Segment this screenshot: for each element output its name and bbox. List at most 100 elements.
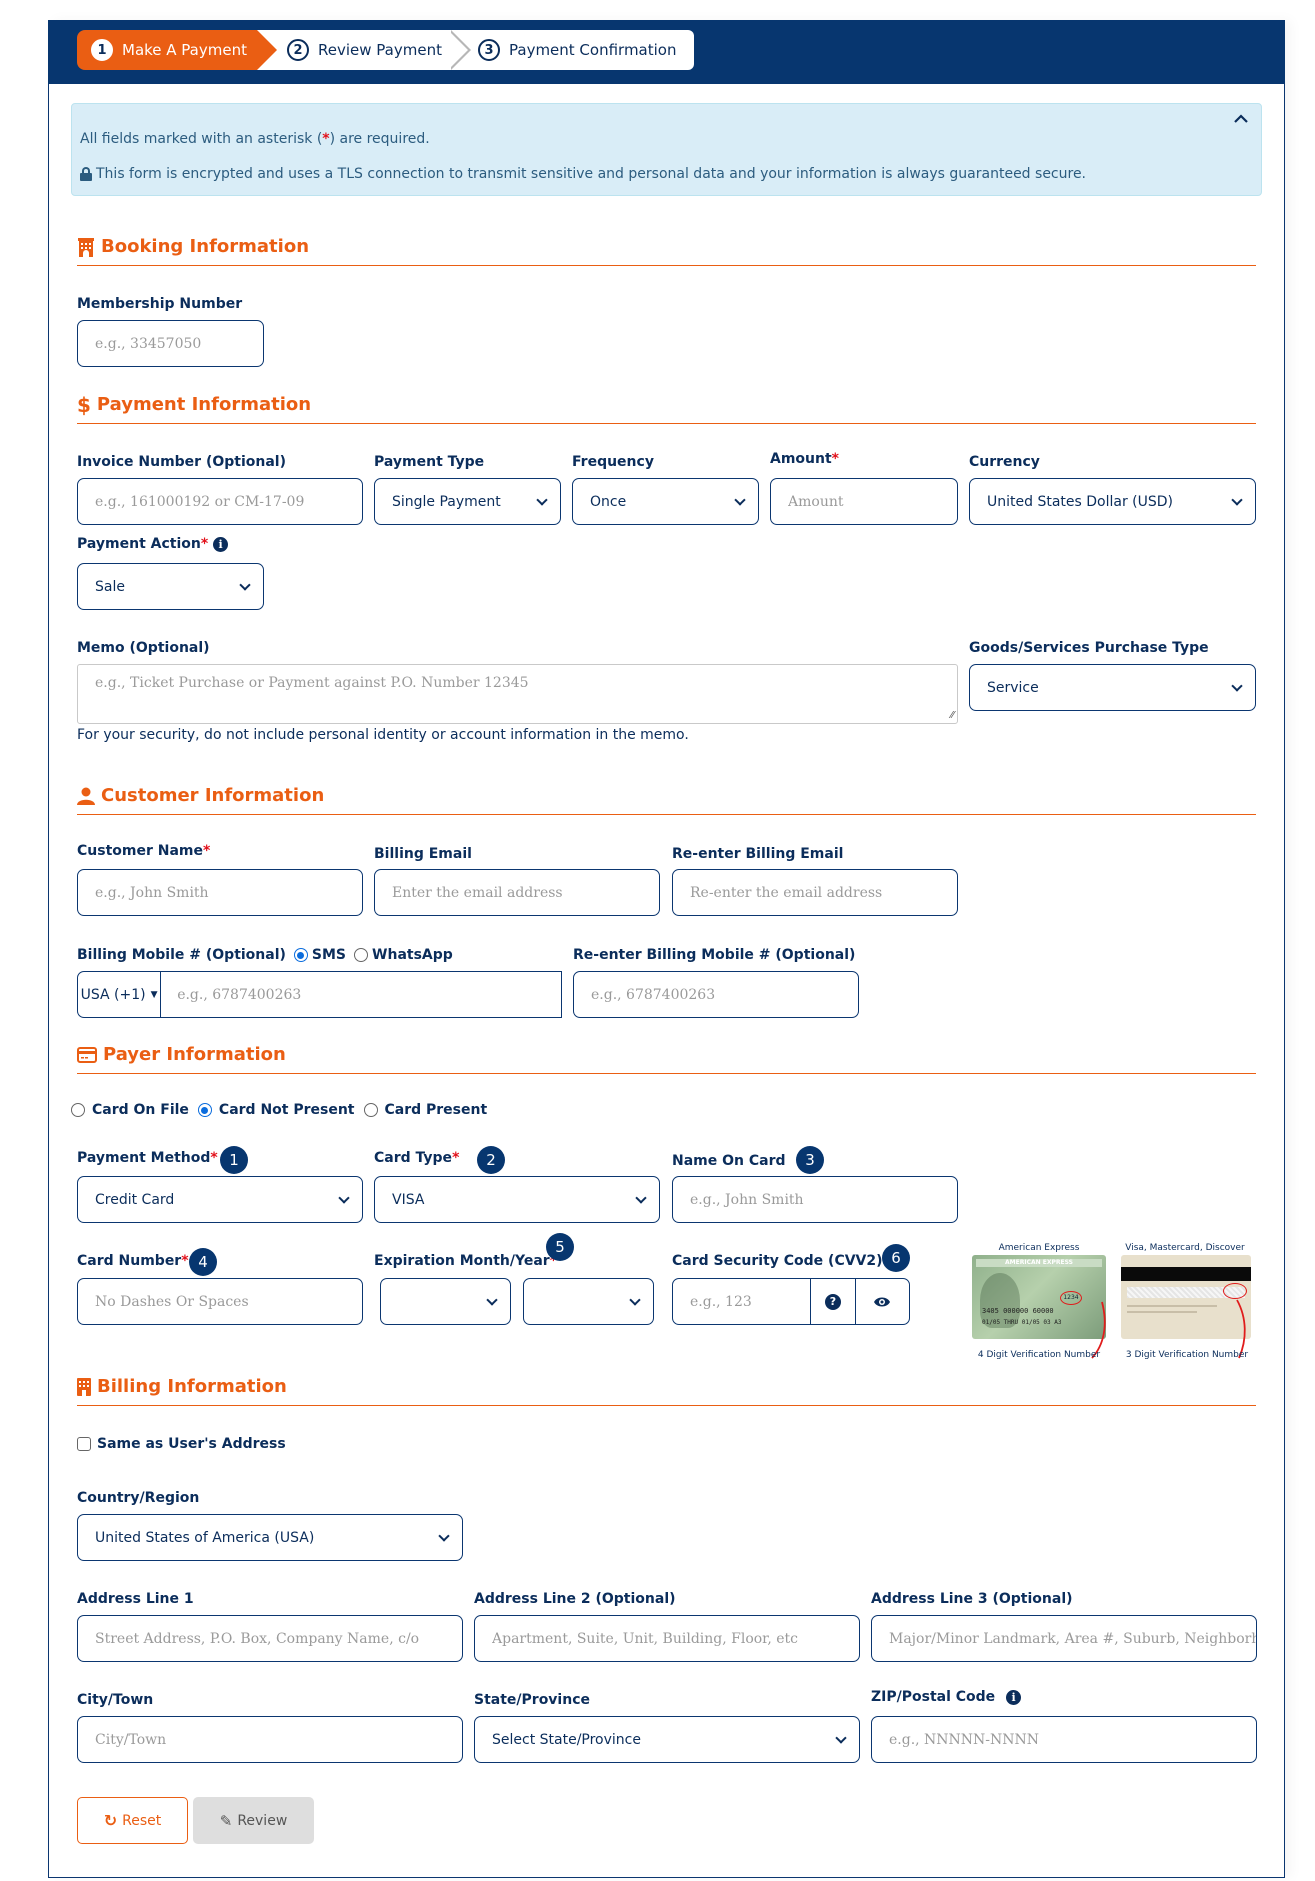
- membership-input[interactable]: [77, 320, 264, 367]
- chevron-down-icon: [338, 1191, 350, 1204]
- card-number-input[interactable]: [77, 1278, 363, 1325]
- address1-field[interactable]: [95, 1630, 462, 1647]
- memo-textarea[interactable]: e.g., Ticket Purchase or Payment against…: [77, 664, 958, 724]
- step-badge: 1: [220, 1146, 248, 1174]
- reenter-email-field[interactable]: [690, 884, 957, 901]
- amex-title: American Express: [998, 1243, 1080, 1253]
- name-on-card-field[interactable]: [690, 1191, 957, 1208]
- chevron-down-icon: [635, 1191, 647, 1204]
- card-present-radio[interactable]: [363, 1103, 378, 1117]
- billing-mobile-group: USA (+1) ▼: [77, 971, 562, 1018]
- eye-icon: [873, 1297, 890, 1306]
- reenter-email-input[interactable]: [672, 869, 958, 916]
- cvv-show-button[interactable]: [855, 1279, 907, 1324]
- city-input[interactable]: [77, 1716, 463, 1763]
- same-address-row: Same as User's Address: [77, 1436, 286, 1452]
- state-select[interactable]: Select State/Province: [474, 1716, 860, 1763]
- zip-field[interactable]: [889, 1731, 1256, 1748]
- address1-input[interactable]: [77, 1615, 463, 1662]
- address2-label: Address Line 2 (Optional): [474, 1591, 676, 1607]
- cvv-field[interactable]: [690, 1293, 810, 1310]
- same-address-checkbox[interactable]: [77, 1437, 91, 1451]
- expiration-label: Expiration Month/Year*: [374, 1253, 558, 1269]
- card-mode-radio-group: Card On File Card Not Present Card Prese…: [71, 1102, 487, 1118]
- step-number: 1: [91, 39, 113, 61]
- info-icon[interactable]: i: [213, 536, 229, 552]
- name-on-card-input[interactable]: [672, 1176, 958, 1223]
- payment-action-label: Payment Action* i: [77, 536, 229, 552]
- step-payment-confirmation[interactable]: 3 Payment Confirmation: [448, 30, 694, 70]
- step-label: Payment Confirmation: [509, 41, 677, 59]
- info-notice: All fields marked with an asterisk (*) a…: [71, 103, 1262, 196]
- address2-field[interactable]: [492, 1630, 859, 1647]
- info-icon[interactable]: i: [1006, 1689, 1022, 1705]
- chevron-down-icon: [1231, 493, 1243, 506]
- payment-section-heading: $ Payment Information: [77, 393, 1256, 424]
- card-type-select[interactable]: VISA: [374, 1176, 660, 1223]
- reset-button[interactable]: ↻ Reset: [77, 1797, 188, 1844]
- customer-name-input[interactable]: [77, 869, 363, 916]
- card-type-label: Card Type*: [374, 1150, 460, 1166]
- step-label: Review Payment: [318, 41, 442, 59]
- invoice-field[interactable]: [95, 493, 362, 510]
- required-asterisk: *: [203, 843, 211, 859]
- review-button[interactable]: ✎ Review: [193, 1797, 314, 1844]
- chevron-down-icon: [1231, 679, 1243, 692]
- reenter-mobile-label: Re-enter Billing Mobile # (Optional): [573, 947, 856, 963]
- step-review-payment[interactable]: 2 Review Payment: [257, 30, 471, 70]
- address3-field[interactable]: [889, 1630, 1256, 1647]
- amount-field[interactable]: [788, 493, 957, 510]
- step-badge: 6: [882, 1244, 910, 1272]
- step-make-payment[interactable]: 1 Make A Payment: [77, 30, 277, 70]
- user-icon: [77, 785, 95, 807]
- chevron-down-icon: [486, 1293, 498, 1306]
- caret-down-icon: ▼: [150, 989, 158, 1000]
- address3-input[interactable]: [871, 1615, 1257, 1662]
- country-select[interactable]: United States of America (USA): [77, 1514, 463, 1561]
- chevron-down-icon: [239, 578, 251, 591]
- required-note: All fields marked with an asterisk (*) a…: [80, 131, 430, 147]
- credit-card-icon: [77, 1044, 97, 1066]
- payment-action-select[interactable]: Sale: [77, 563, 264, 610]
- chevron-down-icon: [835, 1731, 847, 1744]
- card-on-file-radio[interactable]: [71, 1103, 85, 1117]
- sms-radio[interactable]: [293, 948, 308, 962]
- chevron-up-icon[interactable]: [1233, 110, 1249, 129]
- dollar-icon: $: [77, 393, 91, 417]
- goods-services-select[interactable]: Service: [969, 664, 1256, 711]
- card-not-present-radio[interactable]: [197, 1103, 212, 1117]
- billing-email-input[interactable]: [374, 869, 660, 916]
- expiration-year-select[interactable]: [523, 1278, 654, 1325]
- city-field[interactable]: [95, 1731, 462, 1748]
- amount-input[interactable]: [770, 478, 958, 525]
- payment-method-label: Payment Method*: [77, 1150, 218, 1166]
- step-badge: 2: [477, 1146, 505, 1174]
- payment-type-select[interactable]: Single Payment: [374, 478, 561, 525]
- cvv-input-group: ?: [672, 1278, 910, 1325]
- cvv-help-button[interactable]: ?: [810, 1279, 855, 1324]
- customer-name-field[interactable]: [95, 884, 362, 901]
- invoice-input[interactable]: [77, 478, 363, 525]
- card-number-label: Card Number*: [77, 1253, 189, 1269]
- resize-handle-icon[interactable]: ⁄⁄: [951, 710, 954, 721]
- amex-caption: 4 Digit Verification Number: [977, 1350, 1101, 1360]
- amount-label: Amount*: [770, 451, 839, 467]
- billing-email-field[interactable]: [392, 884, 659, 901]
- zip-input[interactable]: [871, 1716, 1257, 1763]
- membership-field[interactable]: [95, 335, 263, 352]
- required-asterisk: *: [831, 451, 839, 467]
- expiration-month-select[interactable]: [380, 1278, 511, 1325]
- frequency-select[interactable]: Once: [572, 478, 759, 525]
- whatsapp-radio[interactable]: [354, 948, 369, 962]
- currency-label: Currency: [969, 454, 1040, 470]
- reenter-mobile-field[interactable]: [591, 986, 858, 1003]
- payment-method-select[interactable]: Credit Card: [77, 1176, 363, 1223]
- chevron-down-icon: [536, 493, 548, 506]
- card-number-field[interactable]: [95, 1293, 362, 1310]
- address2-input[interactable]: [474, 1615, 860, 1662]
- reenter-mobile-input[interactable]: [573, 971, 859, 1018]
- invoice-label: Invoice Number (Optional): [77, 454, 286, 470]
- currency-select[interactable]: United States Dollar (USD): [969, 478, 1256, 525]
- country-code-dropdown[interactable]: USA (+1) ▼: [78, 972, 162, 1017]
- billing-mobile-field[interactable]: [161, 986, 561, 1003]
